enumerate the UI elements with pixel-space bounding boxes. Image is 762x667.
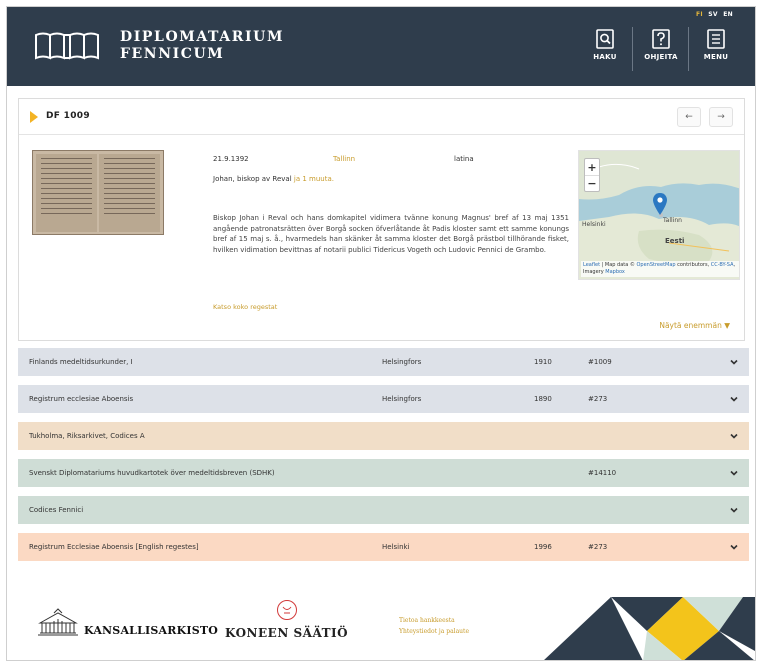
triangle-marker-icon: [30, 111, 38, 123]
manuscript-thumbnail[interactable]: [32, 150, 164, 235]
map-zoom-in-button[interactable]: +: [585, 159, 599, 175]
kansallisarkisto-logo[interactable]: KANSALLISARKISTO: [32, 603, 222, 643]
chevron-down-icon[interactable]: [729, 357, 739, 367]
chevron-down-icon[interactable]: [729, 542, 739, 552]
chevron-down-icon[interactable]: [729, 431, 739, 441]
source-place: Helsingfors: [382, 395, 422, 403]
document-id: DF 1009: [46, 111, 90, 121]
author-more-link[interactable]: ja 1 muuta.: [294, 175, 334, 183]
books-logo-icon[interactable]: [34, 31, 104, 61]
manuscript-left-page: [36, 154, 97, 232]
full-regest-link[interactable]: Katso koko regestat: [213, 303, 277, 311]
manuscript-right-page: [99, 154, 160, 232]
document-author: Johan, biskop av Reval ja 1 muuta.: [213, 175, 334, 183]
language-fi[interactable]: FI: [696, 11, 703, 18]
source-title: Finlands medeltidsurkunder, I: [29, 358, 133, 366]
source-year: 1996: [534, 543, 552, 551]
chevron-down-icon[interactable]: [729, 468, 739, 478]
nav-search-button[interactable]: HAKU: [590, 29, 620, 73]
map-label-city: Tallinn: [663, 217, 682, 224]
project-info-link[interactable]: Tietoa hankkeesta: [399, 617, 455, 624]
source-row[interactable]: Tukholma, Riksarkivet, Codices A: [18, 422, 749, 450]
source-title: Registrum ecclesiae Aboensis: [29, 395, 134, 403]
nav-divider: [632, 27, 633, 71]
language-en[interactable]: EN: [723, 11, 733, 18]
site-title[interactable]: DIPLOMATARIUM FENNICUM: [120, 29, 284, 63]
site-header: DIPLOMATARIUM FENNICUM FI SV EN HAKU OHJ…: [7, 7, 755, 86]
map-attribution: Leaflet | Map data © OpenStreetMap contr…: [581, 261, 739, 277]
source-number: #273: [588, 543, 608, 551]
nav-help-button[interactable]: OHJEITA: [641, 29, 681, 73]
archive-building-icon: [38, 608, 78, 636]
koneen-saatio-emblem-icon: [277, 600, 297, 620]
source-title: Registrum Ecclesiae Aboensis [English re…: [29, 543, 199, 551]
nav-divider: [688, 27, 689, 71]
source-row[interactable]: Svenskt Diplomatariums huvudkartotek öve…: [18, 459, 749, 487]
cc-link[interactable]: CC-BY-SA: [711, 262, 734, 268]
document-date: 21.9.1392: [213, 155, 249, 163]
koneen-saatio-text: KONEEN SÄÄTIÖ: [225, 626, 349, 640]
nav-search-label: HAKU: [593, 53, 617, 61]
source-row[interactable]: Finlands medeltidsurkunder, I Helsingfor…: [18, 348, 749, 376]
source-title: Tukholma, Riksarkivet, Codices A: [29, 432, 145, 440]
contact-feedback-link[interactable]: Yhteystiedot ja palaute: [399, 628, 469, 635]
chevron-down-icon[interactable]: [729, 394, 739, 404]
decorative-triangles-graphic: [544, 597, 755, 660]
search-document-icon: [596, 29, 614, 49]
author-name: Johan, biskop av Reval: [213, 175, 292, 183]
menu-document-icon: [707, 29, 725, 49]
source-number: #273: [588, 395, 608, 403]
site-title-line1: DIPLOMATARIUM: [120, 29, 285, 45]
map-label-sea: Helsinki: [582, 221, 606, 228]
page-frame: DIPLOMATARIUM FENNICUM FI SV EN HAKU OHJ…: [6, 6, 756, 661]
source-title: Svenskt Diplomatariums huvudkartotek öve…: [29, 469, 275, 477]
kansallisarkisto-text: KANSALLISARKISTO: [84, 624, 219, 637]
show-more-button[interactable]: Näytä enemmän ▼: [659, 321, 730, 330]
document-regest: Biskop Johan i Reval och hans domkapitel…: [213, 214, 569, 254]
document-card: DF 1009 ← → 21.9.1392 Tallinn latina Joh…: [18, 98, 745, 341]
chevron-down-icon[interactable]: [729, 505, 739, 515]
koneen-saatio-logo[interactable]: KONEEN SÄÄTIÖ: [222, 597, 352, 647]
map-zoom-out-button[interactable]: −: [585, 175, 599, 191]
language-switcher: FI SV EN: [693, 11, 733, 18]
map-zoom-control: + −: [584, 158, 600, 192]
source-place: Helsingfors: [382, 358, 422, 366]
site-title-line2: FENNICUM: [120, 46, 225, 62]
map-label-country: Eesti: [665, 237, 685, 245]
location-map[interactable]: + − Helsinki Tallinn Eesti Leaflet | Map…: [578, 150, 740, 280]
help-document-icon: [652, 29, 670, 49]
source-row[interactable]: Registrum Ecclesiae Aboensis [English re…: [18, 533, 749, 561]
nav-help-label: OHJEITA: [644, 53, 678, 61]
source-number: #14110: [588, 469, 617, 477]
document-language: latina: [454, 155, 474, 163]
mapbox-link[interactable]: Mapbox: [605, 269, 625, 275]
source-year: 1910: [534, 358, 552, 366]
source-row[interactable]: Registrum ecclesiae Aboensis Helsingfors…: [18, 385, 749, 413]
nav-menu-label: MENU: [703, 53, 729, 61]
document-card-header: DF 1009 ← →: [19, 99, 744, 135]
map-marker-icon[interactable]: [653, 193, 667, 215]
nav-menu-button[interactable]: MENU: [697, 29, 735, 73]
leaflet-link[interactable]: Leaflet: [583, 262, 600, 268]
source-place: Helsinki: [382, 543, 410, 551]
document-place-link[interactable]: Tallinn: [333, 155, 355, 163]
osm-link[interactable]: OpenStreetMap: [636, 262, 675, 268]
previous-document-button[interactable]: ←: [677, 107, 701, 127]
source-title: Codices Fennici: [29, 506, 84, 514]
source-row[interactable]: Codices Fennici: [18, 496, 749, 524]
language-sv[interactable]: SV: [708, 11, 718, 18]
source-number: #1009: [588, 358, 612, 366]
next-document-button[interactable]: →: [709, 107, 733, 127]
source-year: 1890: [534, 395, 552, 403]
